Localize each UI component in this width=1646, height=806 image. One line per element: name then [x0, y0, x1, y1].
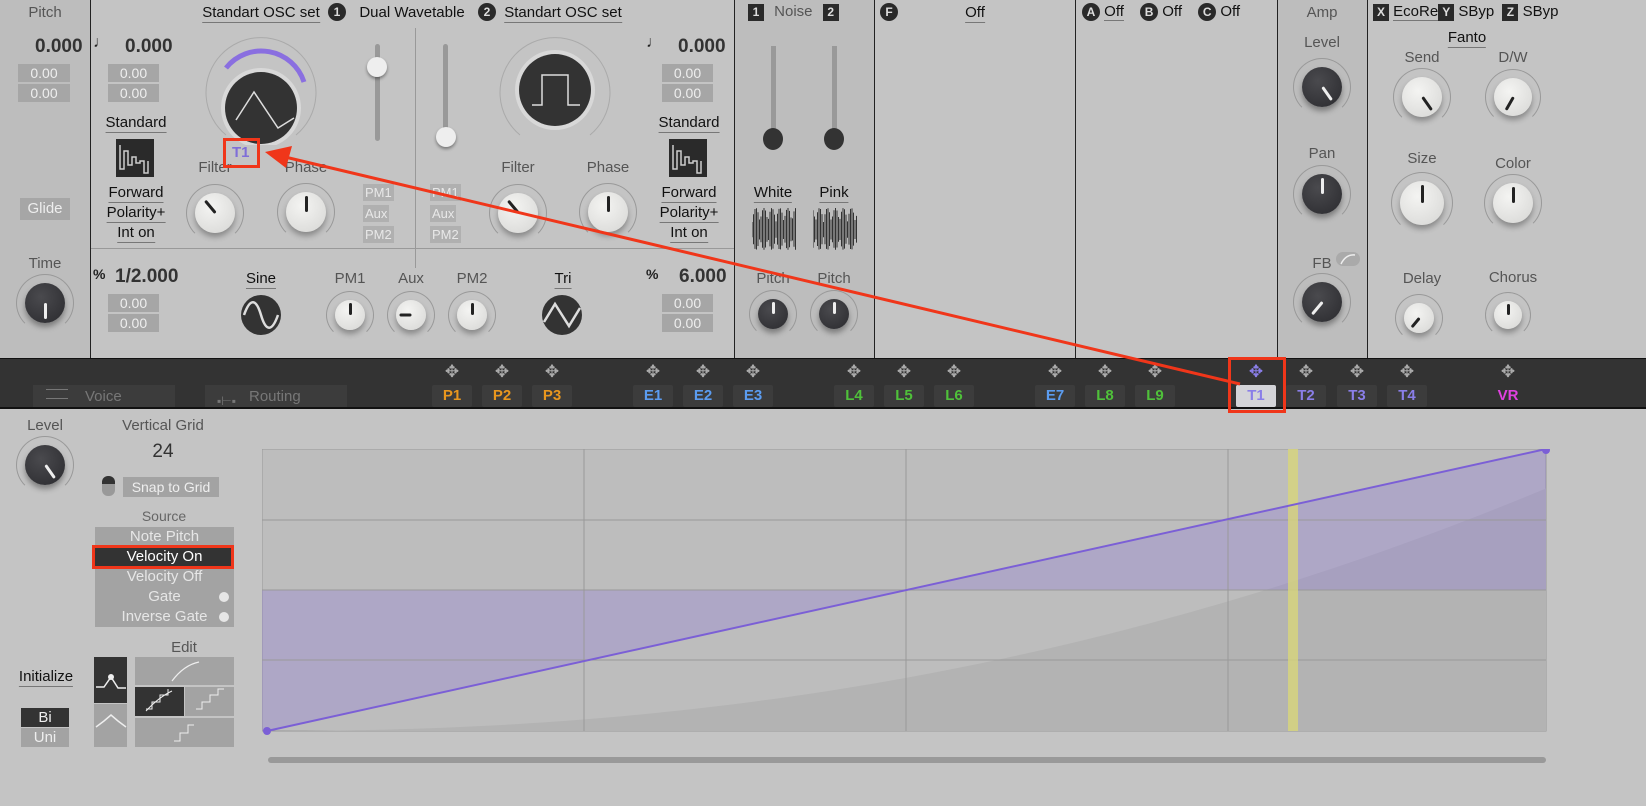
annotation-box-t1-label [223, 138, 260, 168]
annotation-box-t1-slot [1228, 357, 1286, 413]
annotation-arrow [265, 146, 1241, 386]
annotation-box-velocity-on [92, 545, 234, 569]
